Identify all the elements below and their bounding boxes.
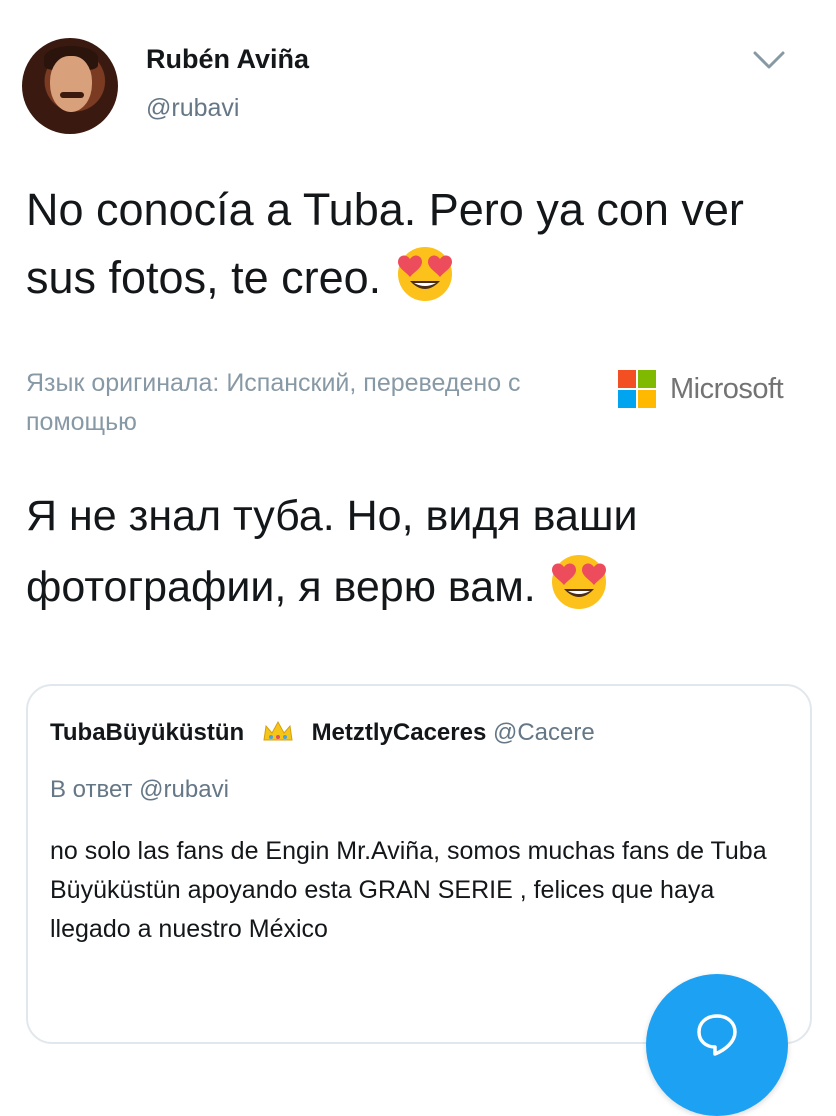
avatar[interactable] — [22, 38, 118, 134]
heart-eyes-emoji-icon — [397, 247, 452, 301]
microsoft-logo-icon — [618, 370, 656, 408]
translated-text: Я не знал туба. Но, видя ваши фотографии… — [26, 482, 816, 622]
reply-to-label[interactable]: В ответ @rubavi — [50, 776, 229, 804]
microsoft-brand: Microsoft — [618, 370, 784, 408]
provider-name: Microsoft — [670, 372, 784, 405]
tweet-text: No conocía a Tuba. Pero ya con ver sus f… — [26, 176, 816, 311]
chevron-down-icon[interactable] — [752, 46, 786, 74]
reply-bubble-icon — [697, 1014, 737, 1056]
quoted-author-handle: @Cacere — [492, 719, 595, 746]
crown-icon — [263, 720, 293, 741]
heart-eyes-emoji-icon — [551, 555, 606, 609]
translation-body: Я не знал туба. Но, видя ваши фотографии… — [26, 492, 638, 611]
translation-source-label: Язык оригинала: Испанский, переведено с … — [26, 369, 521, 436]
quoted-tweet-header: TubaBüyüküstün MetztlyCaceres @Cacere — [50, 718, 595, 747]
author-name[interactable]: Rubén Aviña — [146, 44, 309, 75]
tweet-body: No conocía a Tuba. Pero ya con ver sus f… — [26, 184, 744, 303]
reply-fab-button[interactable] — [646, 974, 788, 1116]
quoted-author-second-name: MetztlyCaceres — [311, 719, 487, 746]
quoted-author-name: TubaBüyüküstün — [50, 719, 245, 746]
author-handle[interactable]: @rubavi — [146, 94, 239, 123]
quoted-tweet-text: no solo las fans de Engin Mr.Aviña, somo… — [50, 837, 767, 943]
